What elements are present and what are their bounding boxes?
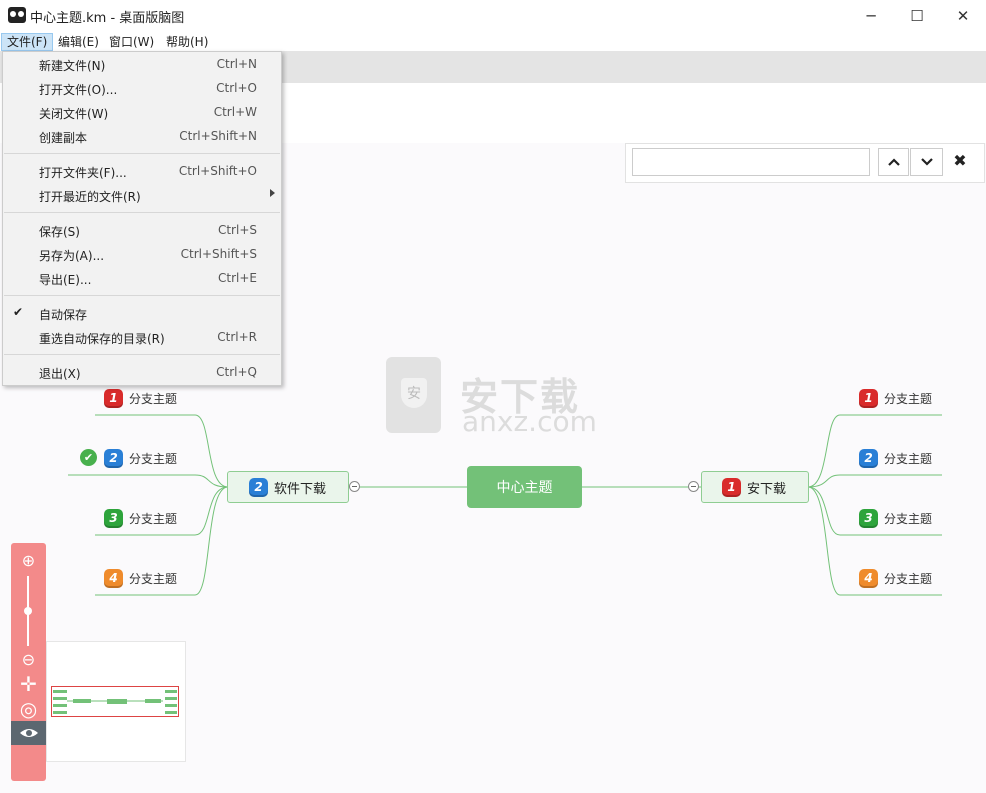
priority-2-icon: 2 — [859, 448, 878, 468]
menu-item-close-file[interactable]: 关闭文件(W) Ctrl+W — [3, 101, 281, 125]
menu-item-save[interactable]: 保存(S) Ctrl+S — [3, 219, 281, 243]
menu-item-new-file[interactable]: 新建文件(N) Ctrl+N — [3, 53, 281, 77]
branch-label: 分支主题 — [129, 391, 178, 406]
navigator-toggle-button[interactable] — [11, 721, 46, 745]
menu-separator — [4, 153, 280, 154]
priority-2-icon: 2 — [249, 477, 268, 497]
branch-label: 分支主题 — [129, 511, 178, 526]
submenu-arrow-icon — [270, 189, 275, 197]
branch-topic[interactable]: 3 分支主题 — [859, 507, 932, 529]
search-close-button[interactable]: ✖ — [950, 151, 970, 171]
menu-separator — [4, 295, 280, 296]
priority-2-icon: 2 — [104, 448, 123, 468]
priority-3-icon: 3 — [104, 508, 123, 528]
branch-label: 分支主题 — [129, 451, 178, 466]
menu-item-save-as[interactable]: 另存为(A)... Ctrl+Shift+S — [3, 243, 281, 267]
center-topic[interactable]: 中心主题 — [467, 466, 582, 508]
menu-item-export[interactable]: 导出(E)... Ctrl+E — [3, 267, 281, 291]
branch-topic[interactable]: 3 分支主题 — [104, 507, 177, 529]
move-canvas-button[interactable]: ✛ — [11, 672, 46, 696]
collapse-right-button[interactable] — [688, 481, 699, 492]
menu-separator — [4, 354, 280, 355]
branch-topic[interactable]: 4 分支主题 — [859, 567, 932, 589]
menu-item-autosave[interactable]: ✔ 自动保存 — [3, 302, 281, 326]
main-topic-right-label: 安下载 — [747, 481, 787, 497]
collapse-left-button[interactable] — [349, 481, 360, 492]
zoom-slider-handle[interactable] — [24, 607, 32, 615]
branch-topic[interactable]: 2 分支主题 — [859, 447, 932, 469]
minimap-viewport[interactable] — [51, 686, 179, 717]
file-menu-dropdown: 新建文件(N) Ctrl+N 打开文件(O)... Ctrl+O 关闭文件(W)… — [2, 51, 282, 386]
main-topic-left-label: 软件下载 — [274, 481, 327, 497]
search-next-button[interactable] — [910, 148, 943, 176]
menu-separator — [4, 212, 280, 213]
branch-label: 分支主题 — [884, 391, 933, 406]
zoom-in-button[interactable]: ⊕ — [11, 548, 46, 572]
menu-item-exit[interactable]: 退出(X) Ctrl+Q — [3, 361, 281, 385]
menu-item-open-file[interactable]: 打开文件(O)... Ctrl+O — [3, 77, 281, 101]
zoom-out-button[interactable]: ⊖ — [11, 647, 46, 671]
branch-label: 分支主题 — [884, 571, 933, 586]
chevron-up-icon — [887, 158, 900, 166]
chevron-down-icon — [920, 158, 933, 166]
menu-item-create-copy[interactable]: 创建副本 Ctrl+Shift+N — [3, 125, 281, 149]
branch-topic[interactable]: 2 分支主题 — [104, 447, 177, 469]
branch-topic[interactable]: 1 分支主题 — [859, 387, 932, 409]
progress-done-icon: ✔ — [80, 449, 97, 466]
priority-1-icon: 1 — [859, 388, 878, 408]
branch-topic[interactable]: 1 分支主题 — [104, 387, 177, 409]
branch-label: 分支主题 — [129, 571, 178, 586]
priority-4-icon: 4 — [859, 568, 878, 588]
priority-1-icon: 1 — [722, 477, 741, 497]
checkmark-icon: ✔ — [13, 305, 24, 319]
branch-label: 分支主题 — [884, 511, 933, 526]
main-topic-right[interactable]: 1 安下载 — [701, 471, 809, 503]
priority-1-icon: 1 — [104, 388, 123, 408]
priority-4-icon: 4 — [104, 568, 123, 588]
search-input[interactable] — [632, 148, 870, 176]
locate-root-button[interactable]: ◎ — [11, 697, 46, 721]
branch-label: 分支主题 — [884, 451, 933, 466]
priority-3-icon: 3 — [859, 508, 878, 528]
menu-item-recent-files[interactable]: 打开最近的文件(R) — [3, 184, 281, 208]
eye-icon — [19, 729, 38, 737]
menu-item-open-folder[interactable]: 打开文件夹(F)... Ctrl+Shift+O — [3, 160, 281, 184]
menu-item-autosave-dir[interactable]: 重选自动保存的目录(R) Ctrl+R — [3, 326, 281, 350]
search-prev-button[interactable] — [878, 148, 909, 176]
branch-topic[interactable]: 4 分支主题 — [104, 567, 177, 589]
main-topic-left[interactable]: 2 软件下载 — [227, 471, 349, 503]
